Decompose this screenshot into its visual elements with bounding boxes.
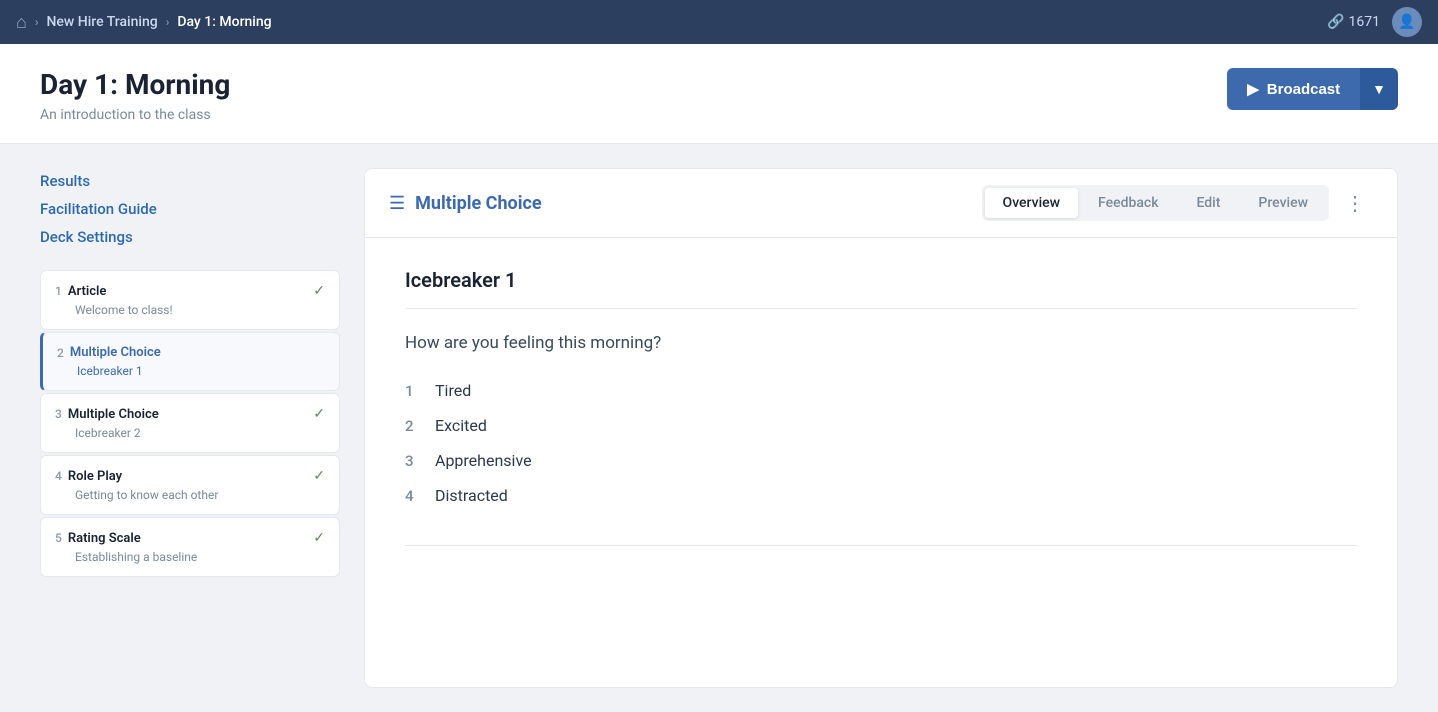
broadcast-dropdown-button[interactable]: ▼ [1360,68,1398,110]
answer-item-3: 3 Apprehensive [405,451,1357,470]
answer-number-4: 4 [405,487,421,505]
answer-number-1: 1 [405,382,421,400]
sidebar-item-2-subtitle: Icebreaker 1 [57,364,325,378]
sidebar-list: 1 Article ✓ Welcome to class! 2 Multiple… [40,270,340,577]
breadcrumb-chevron-2: › [166,15,170,29]
content-header: ☰ Multiple Choice Overview Feedback Edit… [365,169,1397,238]
tab-group: Overview Feedback Edit Preview [982,185,1329,221]
session-id: 🔗 1671 [1327,14,1380,30]
sidebar-item-3[interactable]: 3 Multiple Choice ✓ Icebreaker 2 [40,393,340,453]
sidebar-item-2-type: Multiple Choice [70,345,161,360]
multiple-choice-icon: ☰ [389,193,405,214]
sidebar-nav-results[interactable]: Results [40,168,340,194]
answer-number-3: 3 [405,452,421,470]
breadcrumb-chevron-1: › [35,15,39,29]
sidebar-nav-facilitation[interactable]: Facilitation Guide [40,196,340,222]
sidebar-item-5-type: Rating Scale [68,531,141,546]
page-title: Day 1: Morning [40,68,230,101]
sidebar-item-5-number: 5 [55,531,62,545]
content-title: Multiple Choice [415,193,541,214]
tab-feedback[interactable]: Feedback [1080,188,1176,218]
answer-item-1: 1 Tired [405,381,1357,400]
page-header: Day 1: Morning An introduction to the cl… [0,44,1438,144]
sidebar-item-2[interactable]: 2 Multiple Choice Icebreaker 1 [40,332,340,391]
question-text: How are you feeling this morning? [405,333,1357,353]
breadcrumb-current: Day 1: Morning [177,14,271,30]
tab-preview[interactable]: Preview [1240,188,1326,218]
main-content: Results Facilitation Guide Deck Settings… [0,144,1438,712]
sidebar-item-4-type: Role Play [68,469,122,484]
sidebar-item-3-check: ✓ [313,406,325,422]
answer-text-1: Tired [435,381,471,400]
sidebar-item-4[interactable]: 4 Role Play ✓ Getting to know each other [40,455,340,515]
sidebar-navigation: Results Facilitation Guide Deck Settings [40,168,340,250]
sidebar-item-1-subtitle: Welcome to class! [55,303,325,317]
broadcast-button[interactable]: ▶ Broadcast [1227,68,1360,110]
content-menu-button[interactable]: ⋮ [1337,187,1373,220]
sidebar-item-5-subtitle: Establishing a baseline [55,550,325,564]
sidebar-item-5[interactable]: 5 Rating Scale ✓ Establishing a baseline [40,517,340,577]
sidebar-item-5-check: ✓ [313,530,325,546]
content-body: Icebreaker 1 How are you feeling this mo… [365,238,1397,576]
sidebar-item-4-number: 4 [55,469,62,483]
page-header-text: Day 1: Morning An introduction to the cl… [40,68,230,123]
sidebar-item-3-subtitle: Icebreaker 2 [55,426,325,440]
sidebar-item-1-type: Article [68,284,107,299]
answer-text-4: Distracted [435,486,508,505]
home-icon[interactable]: ⌂ [16,12,27,33]
avatar[interactable]: 👤 [1392,7,1422,37]
answer-list: 1 Tired 2 Excited 3 Apprehensive 4 Distr… [405,381,1357,505]
top-navigation: ⌂ › New Hire Training › Day 1: Morning 🔗… [0,0,1438,44]
sidebar-item-1[interactable]: 1 Article ✓ Welcome to class! [40,270,340,330]
content-panel: ☰ Multiple Choice Overview Feedback Edit… [364,168,1398,688]
answer-text-3: Apprehensive [435,451,532,470]
sidebar-item-3-number: 3 [55,407,62,421]
answer-number-2: 2 [405,417,421,435]
sidebar-item-4-check: ✓ [313,468,325,484]
tab-overview[interactable]: Overview [985,188,1078,218]
tab-edit[interactable]: Edit [1179,188,1239,218]
answer-item-2: 2 Excited [405,416,1357,435]
breadcrumb: ⌂ › New Hire Training › Day 1: Morning [16,12,272,33]
sidebar-item-3-type: Multiple Choice [68,407,159,422]
link-icon: 🔗 [1327,14,1344,30]
answer-item-4: 4 Distracted [405,486,1357,505]
content-divider [405,545,1357,546]
sidebar: Results Facilitation Guide Deck Settings… [40,168,340,688]
sidebar-nav-deck-settings[interactable]: Deck Settings [40,224,340,250]
broadcast-arrow-icon: ▼ [1372,81,1386,97]
sidebar-item-2-number: 2 [57,346,64,360]
broadcast-play-icon: ▶ [1247,80,1259,98]
breadcrumb-parent[interactable]: New Hire Training [46,14,157,30]
page-subtitle: An introduction to the class [40,107,230,123]
sidebar-item-1-number: 1 [55,284,62,298]
sidebar-item-4-subtitle: Getting to know each other [55,488,325,502]
broadcast-button-group: ▶ Broadcast ▼ [1227,68,1398,110]
section-title: Icebreaker 1 [405,268,1357,309]
sidebar-item-1-check: ✓ [313,283,325,299]
content-title-row: ☰ Multiple Choice [389,193,542,214]
topnav-right: 🔗 1671 👤 [1327,7,1422,37]
answer-text-2: Excited [435,416,487,435]
